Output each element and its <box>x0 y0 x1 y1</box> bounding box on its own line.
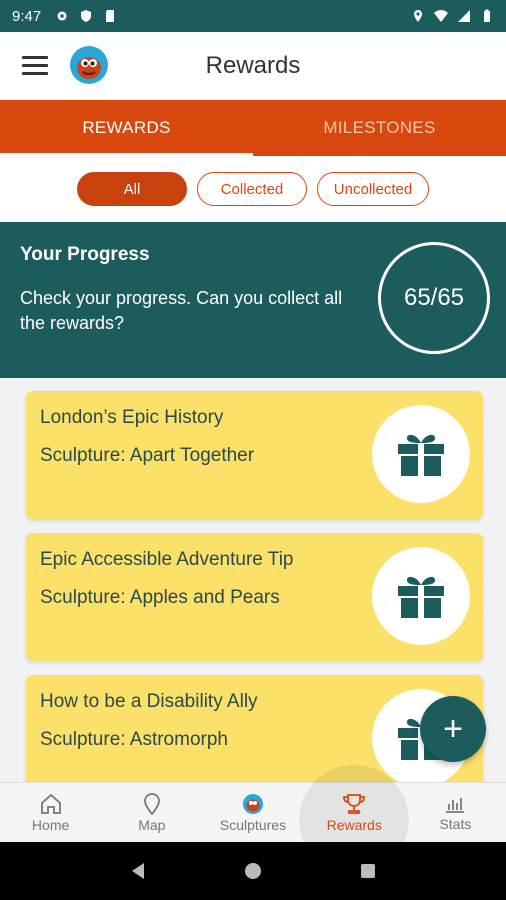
gift-icon <box>372 547 470 645</box>
nav-home[interactable]: Home <box>0 783 101 842</box>
nav-rewards[interactable]: Rewards <box>299 765 410 875</box>
back-icon[interactable] <box>128 861 148 881</box>
nav-rewards-label: Rewards <box>326 816 382 833</box>
reward-title: Epic Accessible Adventure Tip <box>40 549 294 570</box>
tab-rewards[interactable]: REWARDS <box>0 100 253 156</box>
tab-milestones[interactable]: MILESTONES <box>253 100 506 156</box>
nav-sculptures[interactable]: Sculptures <box>202 783 303 842</box>
bottom-nav: Home Map Sculptures Rewards Stats <box>0 765 506 875</box>
battery-icon <box>484 9 490 22</box>
sd-card-icon <box>106 10 115 22</box>
nav-home-label: Home <box>31 816 70 833</box>
trophy-icon <box>343 793 366 814</box>
home-icon <box>40 793 61 814</box>
reward-subtitle: Sculpture: Apart Together <box>40 445 255 466</box>
nav-map-label: Map <box>138 816 166 833</box>
reward-card[interactable]: London’s Epic History Sculpture: Apart T… <box>26 391 483 519</box>
progress-count: 65/65 <box>378 242 490 354</box>
location-icon <box>414 10 422 22</box>
system-nav-bar <box>0 842 506 900</box>
gift-icon <box>372 405 470 503</box>
reward-card[interactable]: Epic Accessible Adventure Tip Sculpture:… <box>26 533 483 661</box>
filter-all[interactable]: All <box>77 172 187 206</box>
tab-bar: REWARDS MILESTONES <box>0 100 506 156</box>
shield-icon <box>81 10 92 22</box>
status-time: 9:47 <box>12 7 42 25</box>
page-title: Rewards <box>205 52 301 79</box>
nav-map[interactable]: Map <box>101 783 202 842</box>
app-bar: Rewards <box>0 32 506 100</box>
nav-sculptures-label: Sculptures <box>219 816 287 833</box>
progress-title: Your Progress <box>20 244 150 265</box>
nav-stats-label: Stats <box>439 815 472 832</box>
wifi-icon <box>434 10 448 22</box>
filter-uncollected[interactable]: Uncollected <box>317 172 429 206</box>
status-bar: 9:47 <box>0 0 506 32</box>
filter-collected[interactable]: Collected <box>197 172 307 206</box>
signal-icon <box>458 10 470 22</box>
recents-icon[interactable] <box>358 861 378 881</box>
map-pin-icon <box>143 792 160 815</box>
reward-subtitle: Sculpture: Apples and Pears <box>40 587 280 608</box>
progress-description: Check your progress. Can you collect all… <box>20 288 343 333</box>
sculpture-icon <box>243 793 263 814</box>
filter-bar: All Collected Uncollected <box>0 156 506 222</box>
add-fab-button[interactable]: + <box>420 696 486 762</box>
settings-icon <box>57 11 67 21</box>
reward-title: How to be a Disability Ally <box>40 691 258 712</box>
progress-panel: Your Progress Check your progress. Can y… <box>0 222 506 378</box>
home-circle-icon[interactable] <box>243 861 263 881</box>
stats-icon <box>446 797 465 813</box>
nav-stats[interactable]: Stats <box>405 783 506 842</box>
reward-subtitle: Sculpture: Astromorph <box>40 729 228 750</box>
reward-title: London’s Epic History <box>40 407 224 428</box>
